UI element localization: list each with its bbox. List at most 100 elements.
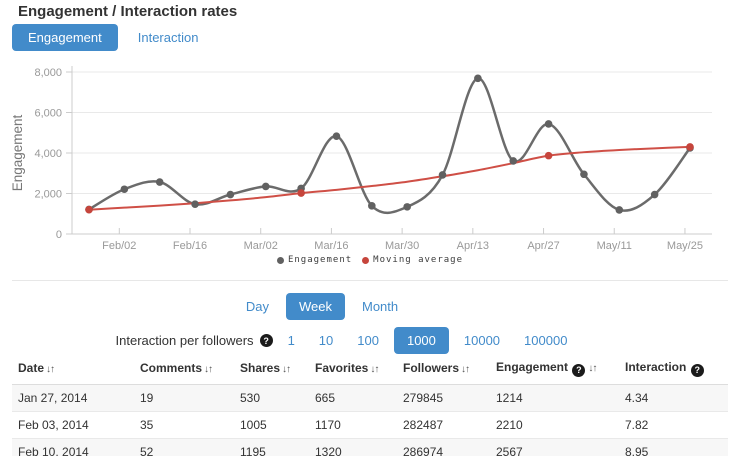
engagement-point[interactable] (474, 74, 482, 82)
table-row: Feb 10, 2014521195132028697425678.95 (12, 438, 728, 456)
y-tick-label: 0 (56, 229, 62, 241)
table-cell: 8.95 (619, 438, 728, 456)
table-cell: 7.82 (619, 411, 728, 438)
column-label: Shares (240, 361, 280, 375)
legend-item-moving-average: Moving average (362, 255, 463, 265)
followers-option-100000[interactable]: 100000 (515, 327, 576, 354)
followers-switcher: Interaction per followers ? 1 10 100 100… (0, 327, 716, 354)
table-row: Feb 03, 2014351005117028248722107.82 (12, 411, 728, 438)
column-header-comments[interactable]: Comments↓↑ (134, 354, 234, 384)
engagement-point[interactable] (227, 191, 235, 199)
y-axis-label: Engagement (10, 114, 25, 191)
table-cell: 1170 (309, 411, 397, 438)
column-header-shares[interactable]: Shares↓↑ (234, 354, 309, 384)
table-cell: 665 (309, 384, 397, 411)
sort-arrows-icon: ↓↑ (370, 364, 378, 375)
x-tick-label: Mar/02 (244, 240, 278, 252)
engagement-line (89, 78, 690, 213)
engagement-point[interactable] (615, 206, 623, 214)
table-cell: 52 (134, 438, 234, 456)
x-tick-label: Feb/16 (173, 240, 207, 252)
followers-option-1[interactable]: 1 (279, 327, 304, 354)
engagement-chart-svg: 02,0004,0006,0008,000Feb/02Feb/16Mar/02M… (0, 58, 740, 258)
engagement-chart: 02,0004,0006,0008,000Feb/02Feb/16Mar/02M… (0, 58, 740, 258)
table-cell: 1320 (309, 438, 397, 456)
moving-average-point[interactable] (545, 152, 553, 160)
y-tick-label: 4,000 (34, 148, 62, 160)
followers-label: Interaction per followers (116, 333, 254, 348)
column-header-engagement[interactable]: Engagement ?↓↑ (490, 354, 619, 384)
followers-option-10000[interactable]: 10000 (455, 327, 509, 354)
engagement-point[interactable] (156, 178, 164, 186)
engagement-point[interactable] (333, 132, 341, 140)
sort-arrows-icon: ↓↑ (588, 363, 596, 374)
engagement-point[interactable] (509, 157, 517, 165)
followers-option-10[interactable]: 10 (310, 327, 342, 354)
engagement-point[interactable] (403, 203, 411, 211)
followers-option-100[interactable]: 100 (348, 327, 388, 354)
legend-label: Moving average (373, 255, 463, 265)
x-tick-label: Mar/30 (385, 240, 419, 252)
column-label: Comments (140, 361, 202, 375)
page-title: Engagement / Interaction rates (18, 3, 237, 20)
stats-table: Date↓↑ Comments↓↑ Shares↓↑ Favorites↓↑ F… (12, 354, 728, 456)
moving-average-line (89, 147, 690, 210)
engagement-point[interactable] (368, 202, 376, 210)
period-option-week[interactable]: Week (286, 293, 345, 320)
legend-item-engagement: Engagement (277, 255, 352, 265)
table-body: Jan 27, 20141953066527984512144.34Feb 03… (12, 384, 728, 456)
period-switcher: Day Week Month (0, 293, 692, 320)
table-cell: 1195 (234, 438, 309, 456)
table-cell: 1005 (234, 411, 309, 438)
engagement-point[interactable] (262, 183, 270, 191)
table-row: Jan 27, 20141953066527984512144.34 (12, 384, 728, 411)
column-header-date[interactable]: Date↓↑ (12, 354, 134, 384)
column-label: Engagement (496, 360, 568, 374)
tab-engagement[interactable]: Engagement (12, 24, 118, 51)
engagement-point[interactable] (580, 170, 588, 178)
column-header-followers[interactable]: Followers↓↑ (397, 354, 490, 384)
sort-arrows-icon: ↓↑ (46, 364, 54, 375)
sort-arrows-icon: ↓↑ (282, 364, 290, 375)
sort-arrows-icon: ↓↑ (461, 364, 469, 375)
table-cell: 1214 (490, 384, 619, 411)
table-cell: 286974 (397, 438, 490, 456)
moving-average-marker-icon (362, 257, 369, 264)
dashboard-page: Engagement / Interaction rates Engagemen… (0, 0, 740, 456)
moving-average-point[interactable] (686, 143, 694, 151)
moving-average-point[interactable] (85, 206, 93, 214)
chart-tabs: Engagement Interaction (12, 24, 214, 51)
period-option-day[interactable]: Day (237, 293, 278, 320)
followers-option-1000[interactable]: 1000 (394, 327, 449, 354)
period-option-month[interactable]: Month (353, 293, 407, 320)
help-icon[interactable]: ? (691, 364, 704, 377)
column-label: Favorites (315, 361, 368, 375)
chart-legend: Engagement Moving average (0, 255, 740, 265)
table-cell: 2567 (490, 438, 619, 456)
x-tick-label: Mar/16 (314, 240, 348, 252)
table-cell: Jan 27, 2014 (12, 384, 134, 411)
x-tick-label: Apr/27 (527, 240, 559, 252)
engagement-point[interactable] (439, 171, 447, 179)
help-icon[interactable]: ? (260, 334, 273, 347)
engagement-marker-icon (277, 257, 284, 264)
column-label: Followers (403, 361, 459, 375)
engagement-point[interactable] (651, 191, 659, 199)
engagement-point[interactable] (191, 200, 199, 208)
y-tick-label: 6,000 (34, 108, 62, 120)
engagement-point[interactable] (545, 120, 553, 128)
table-header-row: Date↓↑ Comments↓↑ Shares↓↑ Favorites↓↑ F… (12, 354, 728, 384)
moving-average-point[interactable] (297, 189, 305, 197)
column-label: Interaction (625, 360, 686, 374)
table-cell: 2210 (490, 411, 619, 438)
help-icon[interactable]: ? (572, 364, 585, 377)
y-tick-label: 2,000 (34, 189, 62, 201)
table-cell: 279845 (397, 384, 490, 411)
table-cell: Feb 03, 2014 (12, 411, 134, 438)
tab-interaction[interactable]: Interaction (122, 24, 215, 51)
engagement-point[interactable] (121, 185, 129, 193)
table-cell: 530 (234, 384, 309, 411)
column-header-interaction[interactable]: Interaction ? (619, 354, 728, 384)
table-cell: 4.34 (619, 384, 728, 411)
column-header-favorites[interactable]: Favorites↓↑ (309, 354, 397, 384)
